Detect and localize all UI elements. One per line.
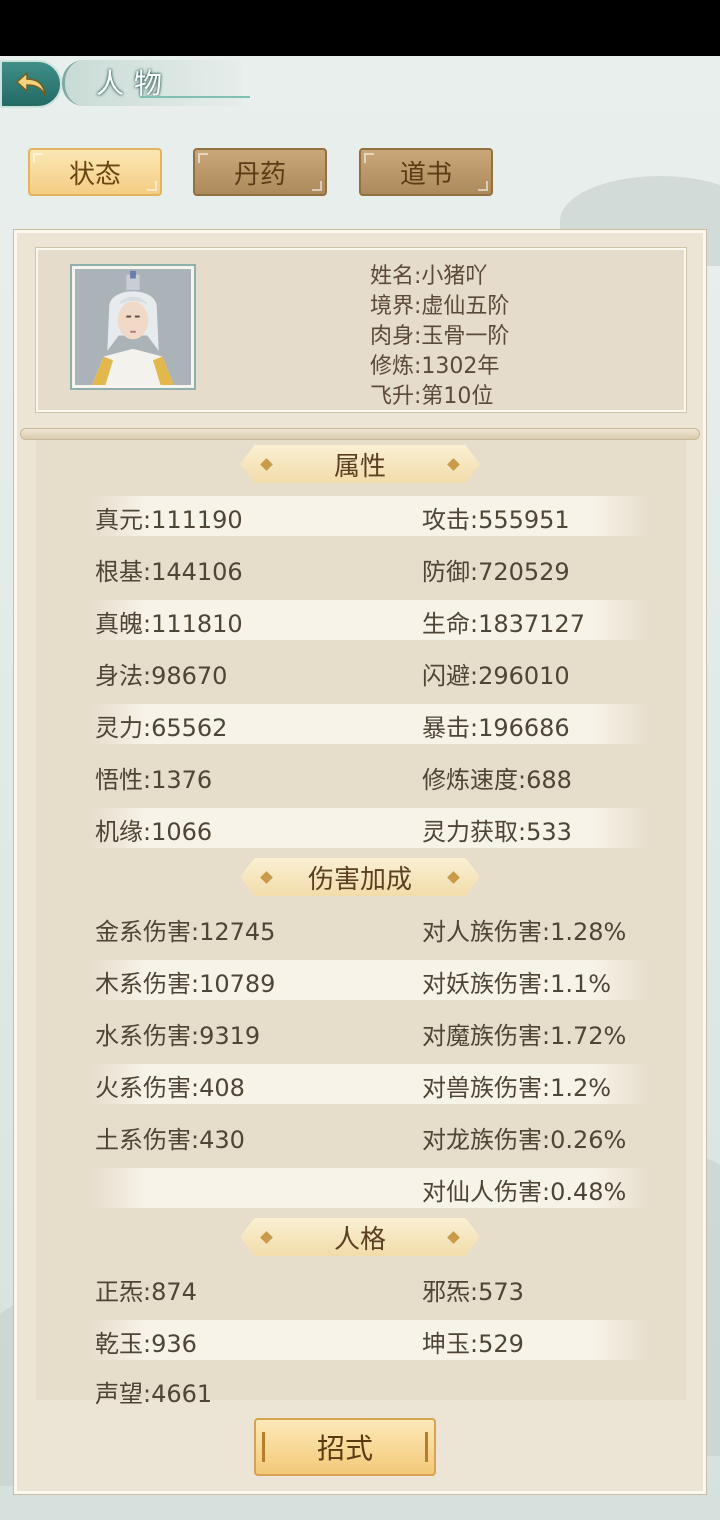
stat-vs-beast: 对兽族伤害:1.2% — [422, 1074, 612, 1102]
stat-wuxing: 悟性:1376 — [95, 766, 213, 794]
stat-jiyuan: 机缘:1066 — [95, 818, 213, 846]
section-personality: 人格 — [240, 1218, 480, 1256]
stat-earth-damage: 土系伤害:430 — [95, 1126, 245, 1154]
diamond-icon — [260, 871, 273, 884]
diamond-icon — [260, 1231, 273, 1244]
avatar[interactable] — [72, 266, 194, 388]
diamond-icon — [260, 458, 273, 471]
skills-button[interactable]: 招式 — [254, 1418, 436, 1476]
stat-reputation: 声望:4661 — [95, 1380, 213, 1408]
diamond-icon — [447, 1231, 460, 1244]
stat-crit: 暴击:196686 — [422, 714, 570, 742]
skills-button-label: 招式 — [316, 1432, 373, 1465]
tab-books[interactable]: 道书 — [359, 148, 493, 196]
stat-attack: 攻击:555951 — [422, 506, 570, 534]
stat-zhenpo: 真魄:111810 — [95, 610, 243, 638]
stat-qianyu: 乾玉:936 — [95, 1330, 197, 1358]
section-damage-label: 伤害加成 — [307, 864, 412, 895]
stat-metal-damage: 金系伤害:12745 — [95, 918, 276, 946]
stat-wood-damage: 木系伤害:10789 — [95, 970, 276, 998]
stat-vs-demon-beast: 对妖族伤害:1.1% — [422, 970, 612, 998]
stat-dodge: 闪避:296010 — [422, 662, 570, 690]
profile-name: 姓名:小猪吖 — [370, 264, 488, 289]
stat-evil: 邪炁:573 — [422, 1278, 524, 1306]
stat-water-damage: 水系伤害:9319 — [95, 1022, 261, 1050]
profile-ascension: 飞升:第10位 — [370, 384, 494, 409]
back-button[interactable] — [0, 60, 62, 108]
tab-pills-label: 丹药 — [233, 159, 286, 190]
diamond-icon — [447, 458, 460, 471]
stat-spirit-gain: 灵力获取:533 — [422, 818, 572, 846]
stat-zhenyuan: 真元:111190 — [95, 506, 243, 534]
diamond-icon — [447, 871, 460, 884]
status-bar — [0, 0, 720, 56]
section-personality-label: 人格 — [333, 1224, 386, 1255]
section-attributes: 属性 — [240, 445, 480, 483]
title-underline — [140, 96, 250, 98]
tab-status-label: 状态 — [68, 159, 121, 190]
scroll-rod — [20, 428, 700, 440]
stat-vs-devil: 对魔族伤害:1.72% — [422, 1022, 627, 1050]
profile-body: 肉身:玉骨一阶 — [370, 324, 510, 349]
stat-fire-damage: 火系伤害:408 — [95, 1074, 245, 1102]
stat-shenfa: 身法:98670 — [95, 662, 228, 690]
section-damage: 伤害加成 — [240, 858, 480, 896]
stat-vs-dragon: 对龙族伤害:0.26% — [422, 1126, 627, 1154]
character-portrait-icon — [75, 269, 191, 385]
section-attributes-label: 属性 — [333, 451, 386, 482]
tab-books-label: 道书 — [399, 159, 452, 190]
stat-righteous: 正炁:874 — [95, 1278, 197, 1306]
profile-cultivation: 修炼:1302年 — [370, 354, 500, 379]
back-arrow-icon — [15, 71, 46, 96]
stat-defense: 防御:720529 — [422, 558, 570, 586]
stat-lingli: 灵力:65562 — [95, 714, 228, 742]
profile-realm: 境界:虚仙五阶 — [370, 294, 510, 319]
stat-cultivation-speed: 修炼速度:688 — [422, 766, 572, 794]
stat-vs-immortal: 对仙人伤害:0.48% — [422, 1178, 627, 1206]
stat-vs-human: 对人族伤害:1.28% — [422, 918, 627, 946]
header: 人物 — [0, 56, 720, 116]
stat-genji: 根基:144106 — [95, 558, 243, 586]
stat-life: 生命:1837127 — [422, 610, 585, 638]
tab-status[interactable]: 状态 — [28, 148, 162, 196]
stat-kunyu: 坤玉:529 — [422, 1330, 524, 1358]
tab-pills[interactable]: 丹药 — [193, 148, 327, 196]
